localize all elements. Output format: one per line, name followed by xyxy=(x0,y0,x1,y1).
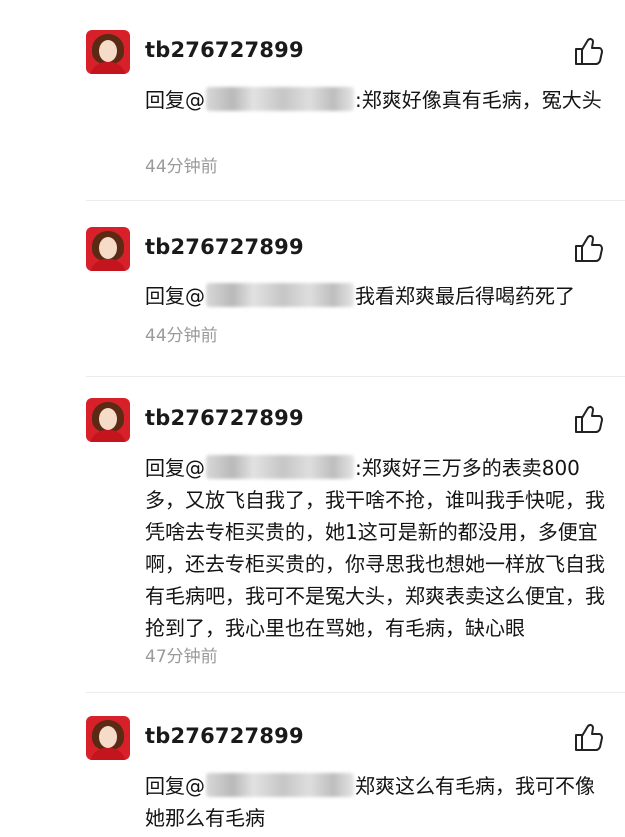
blurred-mention xyxy=(206,455,354,479)
comment-text: 回复@:郑爽好像真有毛病，冤大头 xyxy=(145,87,602,112)
thumbs-up-icon[interactable] xyxy=(572,36,604,66)
comment-time: 47分钟前 xyxy=(145,647,218,667)
username[interactable]: tb276727899 xyxy=(145,724,304,748)
username[interactable]: tb276727899 xyxy=(145,235,304,259)
blurred-mention xyxy=(206,283,354,307)
thumbs-up-icon[interactable] xyxy=(572,233,604,263)
blurred-mention xyxy=(206,87,354,111)
username[interactable]: tb276727899 xyxy=(145,38,304,62)
comment-text: 回复@ 我看郑爽最后得喝药死了 xyxy=(145,283,575,308)
comment-text: 回复@ 郑爽这么有毛病，我可不像她那么有毛病 xyxy=(145,773,595,830)
comment-text: 回复@:郑爽好三万多的表卖800多，又放飞自我了，我干啥不抢，谁叫我手快呢，我凭… xyxy=(145,455,605,640)
avatar[interactable] xyxy=(86,398,130,442)
avatar[interactable] xyxy=(86,30,130,74)
blurred-mention xyxy=(206,773,354,797)
comment-item: tb276727899 回复@:郑爽好像真有毛病，冤大头 44分钟前 xyxy=(0,0,625,200)
comment-time: 44分钟前 xyxy=(145,157,218,177)
username[interactable]: tb276727899 xyxy=(145,406,304,430)
comment-item: tb276727899 回复@ 郑爽这么有毛病，我可不像她那么有毛病 xyxy=(0,692,625,837)
thumbs-up-icon[interactable] xyxy=(572,722,604,752)
avatar[interactable] xyxy=(86,227,130,271)
comment-item: tb276727899 回复@ 我看郑爽最后得喝药死了 44分钟前 xyxy=(0,200,625,376)
thumbs-up-icon[interactable] xyxy=(572,404,604,434)
avatar[interactable] xyxy=(86,716,130,760)
comment-list: tb276727899 回复@:郑爽好像真有毛病，冤大头 44分钟前 tb276… xyxy=(0,0,625,837)
comment-item: tb276727899 回复@:郑爽好三万多的表卖800多，又放飞自我了，我干啥… xyxy=(0,376,625,692)
comment-time: 44分钟前 xyxy=(145,326,218,346)
